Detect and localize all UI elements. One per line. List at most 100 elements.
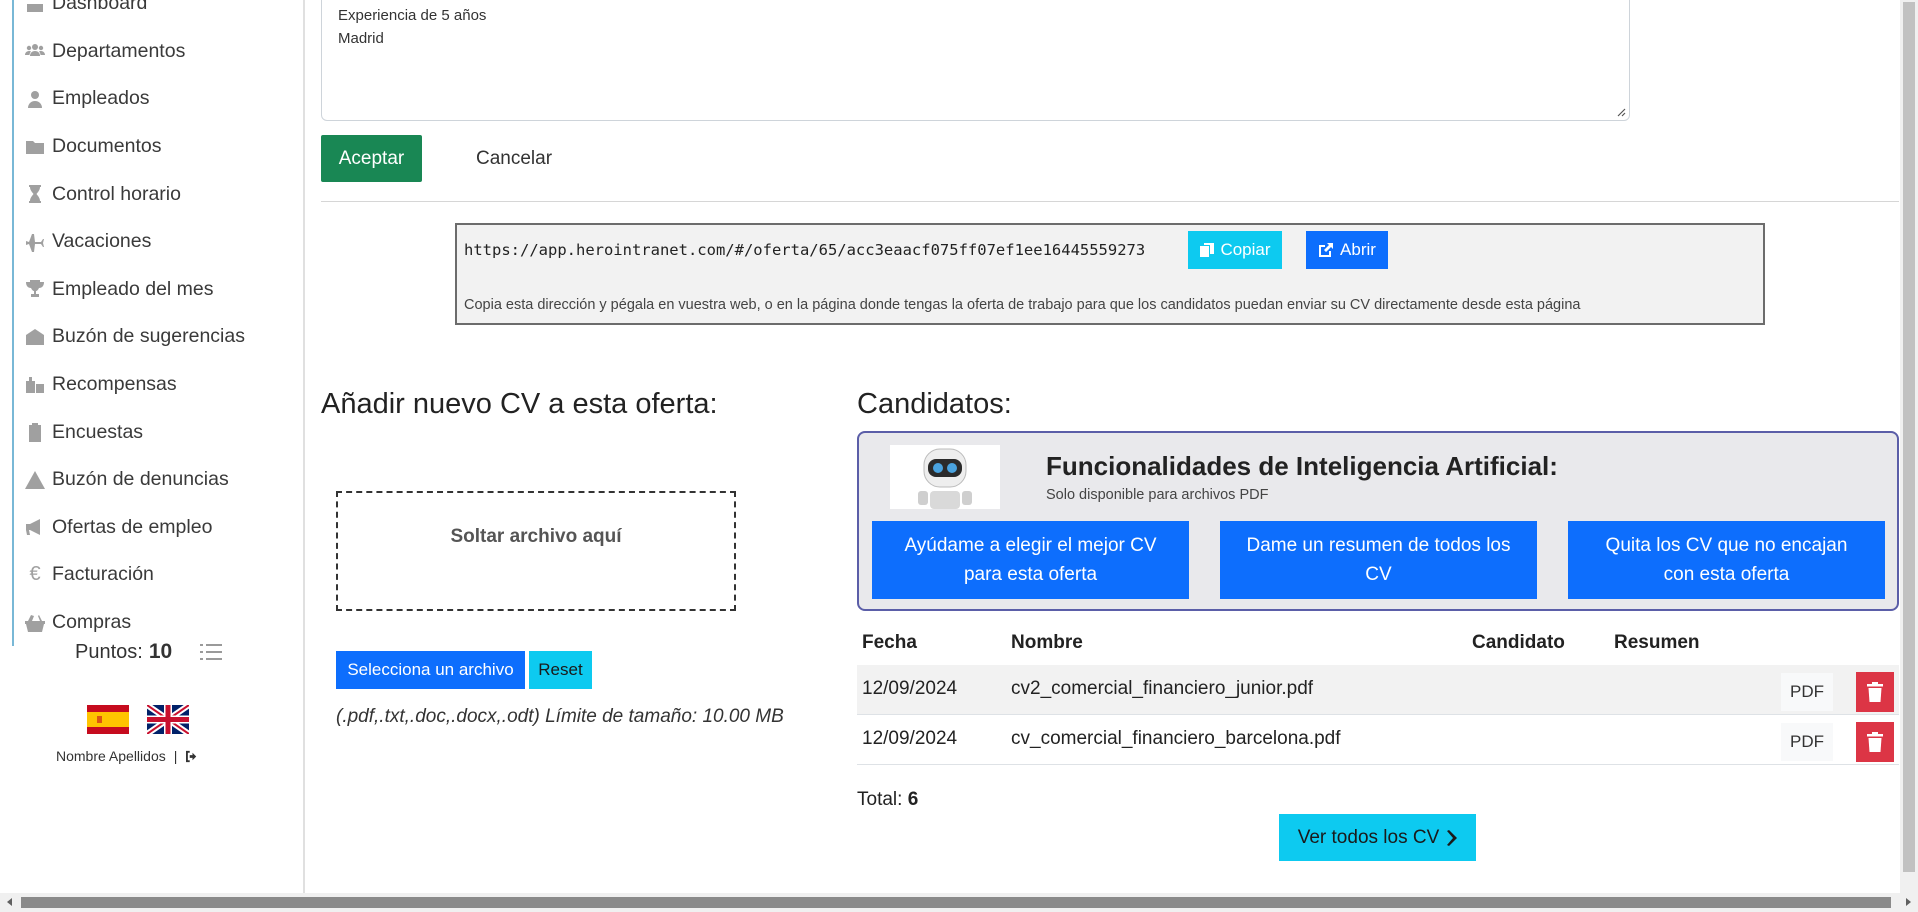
horizontal-scrollbar[interactable]: [0, 893, 1918, 912]
row-file-name: cv_comercial_financiero_barcelona.pdf: [1011, 728, 1341, 749]
separator: |: [173, 748, 178, 764]
reset-button[interactable]: Reset: [529, 651, 592, 689]
external-link-icon: [1319, 243, 1334, 257]
trophy-icon: [24, 279, 46, 299]
chevron-right-icon: [1447, 829, 1458, 846]
delete-button[interactable]: [1856, 672, 1894, 712]
sidebar-item-label: Compras: [52, 611, 132, 634]
select-file-button[interactable]: Selecciona un archivo: [336, 651, 525, 689]
share-help-text: Copia esta dirección y pégala en vuestra…: [464, 297, 1581, 313]
sidebar-item-label: Encuestas: [52, 420, 144, 443]
spain-flag-icon[interactable]: [87, 705, 129, 734]
row-file-name: cv2_comercial_financiero_junior.pdf: [1011, 678, 1314, 699]
sidebar-item-label: Control horario: [52, 182, 181, 205]
column-header-fecha: Fecha: [862, 632, 917, 653]
clipboard-icon: [24, 422, 46, 443]
share-url-text[interactable]: https://app.herointranet.com/#/oferta/65…: [464, 241, 1145, 259]
sidebar-item-ofertas-empleo[interactable]: Ofertas de empleo: [12, 503, 245, 552]
sidebar-item-empleados[interactable]: Empleados: [12, 75, 245, 123]
pdf-button[interactable]: PDF: [1781, 673, 1833, 711]
ai-title: Funcionalidades de Inteligencia Artifici…: [1046, 451, 1558, 481]
basket-icon: [24, 613, 46, 633]
ai-summary-button[interactable]: Dame un resumen de todos los CV: [1220, 521, 1537, 599]
sidebar-item-label: Empleado del mes: [52, 277, 214, 300]
textarea-line: Experiencia de 5 años: [338, 7, 487, 24]
column-header-candidato: Candidato: [1472, 632, 1565, 653]
copy-icon: [1200, 243, 1215, 257]
logout-icon[interactable]: [185, 750, 200, 763]
gifts-icon: [24, 375, 46, 395]
sidebar-item-facturacion[interactable]: € Facturación: [12, 551, 245, 599]
trash-icon: [1867, 682, 1883, 702]
sidebar-item-vacaciones[interactable]: Vacaciones: [12, 217, 245, 266]
candidates-title: Candidatos:: [857, 388, 1012, 420]
user-info: Nombre Apellidos |: [56, 748, 200, 764]
sidebar-item-dashboard[interactable]: Dashboard: [12, 0, 245, 28]
envelope-open-icon: [24, 327, 46, 347]
textarea-line: Madrid: [338, 30, 384, 47]
file-dropzone[interactable]: Soltar archivo aquí: [336, 491, 736, 611]
pdf-button[interactable]: PDF: [1781, 723, 1833, 761]
sidebar-item-label: Departamentos: [52, 39, 186, 62]
open-label: Abrir: [1340, 240, 1376, 259]
points-label: Puntos:: [75, 640, 143, 663]
scroll-right-arrow-icon[interactable]: [1903, 897, 1913, 907]
row-date: 12/09/2024: [862, 678, 958, 699]
delete-button[interactable]: [1856, 722, 1894, 762]
vertical-scrollbar-thumb[interactable]: [1903, 2, 1915, 872]
sidebar-item-label: Empleados: [52, 87, 150, 110]
accept-button[interactable]: Aceptar: [321, 135, 422, 182]
row-date: 12/09/2024: [862, 728, 958, 749]
sidebar-item-label: Buzón de sugerencias: [52, 325, 245, 348]
user-name: Nombre Apellidos: [56, 748, 166, 764]
trash-icon: [1867, 732, 1883, 752]
euro-icon: €: [29, 563, 41, 586]
resize-handle-icon[interactable]: [1616, 107, 1626, 117]
table-row: 12/09/2024 cv_comercial_financiero_barce…: [857, 715, 1899, 765]
users-icon: [24, 41, 46, 61]
megaphone-icon: [24, 517, 46, 537]
sidebar-item-encuestas[interactable]: Encuestas: [12, 408, 245, 456]
scroll-left-arrow-icon[interactable]: [5, 897, 15, 907]
hourglass-icon: [24, 184, 46, 204]
language-selector: [87, 705, 189, 734]
sidebar-item-label: Ofertas de empleo: [52, 515, 213, 538]
cancel-button[interactable]: Cancelar: [470, 135, 558, 182]
robot-icon: [890, 445, 1000, 509]
points-display: Puntos: 10: [75, 640, 223, 664]
divider: [321, 201, 1899, 202]
sidebar-item-label: Vacaciones: [52, 230, 152, 253]
sidebar-item-empleado-del-mes[interactable]: Empleado del mes: [12, 265, 245, 314]
points-value: 10: [148, 640, 173, 663]
table-row: 12/09/2024 cv2_comercial_financiero_juni…: [857, 665, 1899, 715]
vertical-scrollbar[interactable]: [1900, 0, 1918, 893]
file-hint: (.pdf,.txt,.doc,.docx,.odt) Límite de ta…: [336, 706, 784, 727]
ai-filter-button[interactable]: Quita los CV que no encajan con esta ofe…: [1568, 521, 1885, 599]
sidebar-item-label: Buzón de denuncias: [52, 468, 229, 491]
plane-icon: [24, 232, 46, 252]
sidebar-item-label: Recompensas: [52, 373, 177, 396]
list-icon[interactable]: [200, 643, 223, 661]
sidebar-item-recompensas[interactable]: Recompensas: [12, 360, 245, 409]
dashboard-icon: [24, 0, 46, 14]
copy-button[interactable]: Copiar: [1188, 231, 1282, 269]
warning-icon: [24, 470, 46, 490]
sidebar-item-buzon-sugerencias[interactable]: Buzón de sugerencias: [12, 313, 245, 361]
uk-flag-icon[interactable]: [147, 705, 189, 734]
horizontal-scrollbar-thumb[interactable]: [21, 897, 1891, 908]
total-value: 6: [907, 789, 919, 810]
dropzone-label: Soltar archivo aquí: [450, 526, 622, 547]
view-all-cv-button[interactable]: Ver todos los CV: [1279, 814, 1476, 861]
share-url-box: https://app.herointranet.com/#/oferta/65…: [455, 223, 1765, 325]
open-button[interactable]: Abrir: [1306, 231, 1388, 269]
sidebar-item-label: Documentos: [52, 135, 162, 158]
sidebar-item-control-horario[interactable]: Control horario: [12, 170, 245, 218]
ai-best-cv-button[interactable]: Ayúdame a elegir el mejor CV para esta o…: [872, 521, 1189, 599]
sidebar-item-label: Facturación: [52, 563, 154, 586]
sidebar-item-buzon-denuncias[interactable]: Buzón de denuncias: [12, 455, 245, 504]
sidebar-item-departamentos[interactable]: Departamentos: [12, 27, 245, 76]
sidebar-item-documentos[interactable]: Documentos: [12, 122, 245, 171]
total-count: Total: 6: [857, 789, 918, 811]
description-textarea[interactable]: Experiencia de 5 años Madrid: [321, 0, 1630, 121]
sidebar-item-label: Dashboard: [52, 0, 148, 15]
